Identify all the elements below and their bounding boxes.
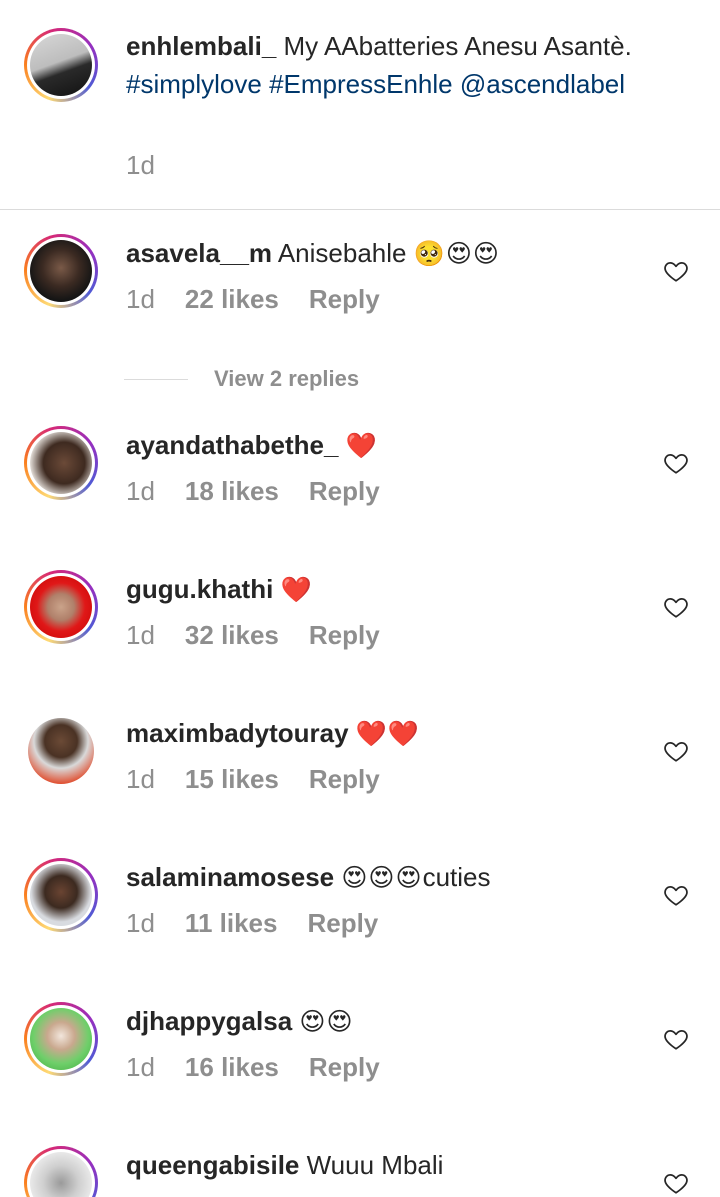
comment-text: salaminamosese 😍😍😍cuties xyxy=(126,858,490,897)
reply-button[interactable]: Reply xyxy=(309,1051,380,1083)
heart-outline-icon[interactable] xyxy=(663,1026,689,1052)
comment-emoji: ❤️ xyxy=(280,576,313,604)
comment-meta: 1d 18 likes Reply xyxy=(126,475,410,507)
comment-body: Wuuu Mbali xyxy=(299,1150,444,1180)
reply-button[interactable]: Reply xyxy=(309,619,380,651)
comment-meta: 1d 32 likes Reply xyxy=(126,619,410,651)
commenter-avatar[interactable] xyxy=(24,858,98,932)
commenter-avatar[interactable] xyxy=(24,234,98,308)
caption-divider xyxy=(0,209,720,210)
comment-text: queengabisile Wuuu Mbali xyxy=(126,1146,443,1184)
caption-text: enhlembali_ My AAbatteries Anesu Asantè.… xyxy=(126,28,646,103)
reply-button[interactable]: Reply xyxy=(309,763,380,795)
commenter-avatar[interactable] xyxy=(24,714,98,788)
comment-likes[interactable]: 32 likes xyxy=(185,619,279,651)
comment-time: 1d xyxy=(126,284,155,314)
commenter-avatar[interactable] xyxy=(24,426,98,500)
comment-text: maximbadytouray ❤️❤️ xyxy=(126,714,420,753)
comment-username[interactable]: asavela__m xyxy=(126,238,272,268)
caption-timestamp: 1d xyxy=(126,150,155,180)
comment-likes[interactable]: 11 likes xyxy=(185,907,278,939)
comment-emoji: ❤️❤️ xyxy=(355,720,421,748)
comment-meta: 1d 16 likes Reply xyxy=(126,1051,410,1083)
heart-outline-icon[interactable] xyxy=(663,882,689,908)
caption-author-avatar[interactable] xyxy=(24,28,98,102)
comment-username[interactable]: djhappygalsa xyxy=(126,1006,292,1036)
comment-username[interactable]: queengabisile xyxy=(126,1150,299,1180)
comment-time: 1d xyxy=(126,1052,155,1082)
view-replies-toggle[interactable]: View 2 replies xyxy=(124,364,359,394)
comment-likes[interactable]: 15 likes xyxy=(185,763,279,795)
comment-time: 1d xyxy=(126,908,155,938)
comment-likes[interactable]: 22 likes xyxy=(185,283,279,315)
comment-text: gugu.khathi ❤️ xyxy=(126,570,313,609)
caption-body: My AAbatteries Anesu Asantè. xyxy=(276,31,632,61)
hashtag-simplylove[interactable]: #simplylove xyxy=(126,69,262,99)
comment-username[interactable]: salaminamosese xyxy=(126,862,334,892)
commenter-avatar[interactable] xyxy=(24,570,98,644)
hashtag-empressenhle[interactable]: #EmpressEnhle xyxy=(269,69,453,99)
comment-emoji: ❤️ xyxy=(345,432,378,460)
comment-item: salaminamosese 😍😍😍cuties 1d 11 likes Reply xyxy=(0,846,720,976)
comment-body: Anisebahle xyxy=(272,238,414,268)
view-replies-label[interactable]: View 2 replies xyxy=(214,366,359,392)
heart-outline-icon[interactable] xyxy=(663,450,689,476)
comment-body xyxy=(273,574,280,604)
reply-button[interactable]: Reply xyxy=(309,475,380,507)
reply-button[interactable]: Reply xyxy=(307,907,378,939)
comment-meta: 1d 22 likes Reply xyxy=(126,283,410,315)
reply-button[interactable]: Reply xyxy=(309,283,380,315)
comment-meta: 1d 15 likes Reply xyxy=(126,763,410,795)
comment-time: 1d xyxy=(126,620,155,650)
comment-item: maximbadytouray ❤️❤️ 1d 15 likes Reply xyxy=(0,702,720,832)
comment-text: djhappygalsa 😍😍 xyxy=(126,1002,354,1041)
comment-meta: 1d 11 likes Reply xyxy=(126,907,408,939)
commenter-avatar[interactable] xyxy=(24,1002,98,1076)
comment-emoji: 😍😍😍 xyxy=(341,864,423,892)
view-replies-line xyxy=(124,378,188,380)
heart-outline-icon[interactable] xyxy=(663,258,689,284)
heart-outline-icon[interactable] xyxy=(663,738,689,764)
comment-username[interactable]: gugu.khathi xyxy=(126,574,273,604)
comment-likes[interactable]: 16 likes xyxy=(185,1051,279,1083)
comment-item: ayandathabethe_ ❤️ 1d 18 likes Reply xyxy=(0,414,720,544)
comment-text: asavela__m Anisebahle 🥺😍😍 xyxy=(126,234,500,273)
heart-outline-icon[interactable] xyxy=(663,594,689,620)
comment-body xyxy=(338,430,345,460)
comment-emoji: 😍😍 xyxy=(299,1008,354,1036)
comment-username[interactable]: ayandathabethe_ xyxy=(126,430,338,460)
comment-body-suffix: cuties xyxy=(422,862,491,892)
comment-likes[interactable]: 18 likes xyxy=(185,475,279,507)
comment-item: queengabisile Wuuu Mbali xyxy=(0,1134,720,1197)
comment-item: asavela__m Anisebahle 🥺😍😍 1d 22 likes Repl… xyxy=(0,222,720,352)
commenter-avatar[interactable] xyxy=(24,1146,98,1197)
comment-text: ayandathabethe_ ❤️ xyxy=(126,426,378,465)
comment-username[interactable]: maximbadytouray xyxy=(126,718,349,748)
post-caption: enhlembali_ My AAbatteries Anesu Asantè.… xyxy=(0,0,720,209)
caption-username[interactable]: enhlembali_ xyxy=(126,31,276,61)
comment-time: 1d xyxy=(126,476,155,506)
comment-item: djhappygalsa 😍😍 1d 16 likes Reply xyxy=(0,990,720,1120)
comment-item: gugu.khathi ❤️ 1d 32 likes Reply xyxy=(0,558,720,688)
comment-emoji: 🥺😍😍 xyxy=(413,240,500,268)
comment-time: 1d xyxy=(126,764,155,794)
comment-body xyxy=(349,718,356,748)
mention-ascendlabel[interactable]: @ascendlabel xyxy=(460,69,625,99)
heart-outline-icon[interactable] xyxy=(663,1170,689,1196)
